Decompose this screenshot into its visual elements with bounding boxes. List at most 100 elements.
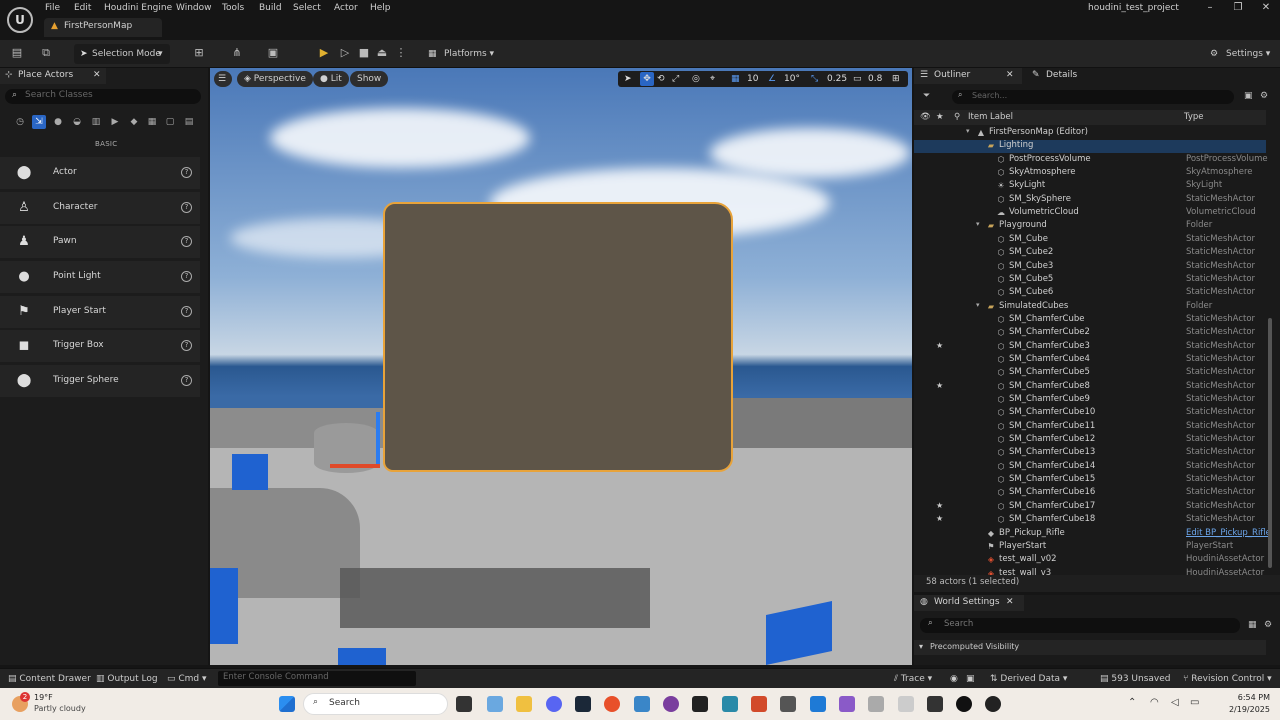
close-icon[interactable]: ✕ bbox=[93, 70, 101, 80]
save-icon[interactable]: ▤ bbox=[10, 46, 24, 60]
app-icon[interactable] bbox=[751, 696, 767, 712]
selection-mode-dropdown[interactable]: ➤ Selection Mode ▾ bbox=[74, 44, 170, 64]
world-settings-search-input[interactable]: ⌕ Search bbox=[920, 618, 1240, 633]
outliner-row[interactable]: ◆ BP_Pickup_Rifle Edit BP_Pickup_Rifle bbox=[914, 528, 1271, 541]
platforms-dropdown[interactable]: ▦ Platforms ▾ bbox=[428, 44, 498, 64]
add-actor-icon[interactable]: ⊞ bbox=[192, 46, 206, 60]
chevron-up-icon[interactable]: ⌃ bbox=[1128, 697, 1136, 708]
outliner-row[interactable]: ⬡ SM_Cube StaticMeshActor bbox=[914, 234, 1266, 247]
outliner-row[interactable]: ☀ SkyLight SkyLight bbox=[914, 180, 1266, 193]
camera-speed-value[interactable]: 0.8 bbox=[868, 72, 882, 86]
outliner-row[interactable]: ⚑ PlayerStart PlayerStart bbox=[914, 541, 1266, 554]
outliner-row[interactable]: ⬡ SM_Cube3 StaticMeshActor bbox=[914, 261, 1266, 274]
rotation-snap-icon[interactable]: ∠ bbox=[768, 72, 776, 86]
basic-category-icon[interactable]: ⇲ bbox=[32, 115, 46, 129]
outliner-tab[interactable]: ☰ Outliner ✕ bbox=[914, 68, 1022, 84]
help-icon[interactable]: ? bbox=[181, 306, 192, 317]
geometry-icon[interactable]: ◆ bbox=[127, 115, 141, 129]
lock-icon[interactable]: ⚲ bbox=[954, 112, 960, 122]
rotate-tool-icon[interactable]: ⟲ bbox=[657, 72, 665, 86]
item-label-column[interactable]: Item Label bbox=[968, 112, 1013, 122]
edit-blueprint-link[interactable]: Edit BP_Pickup_Rifle bbox=[1186, 528, 1271, 538]
scale-tool-icon[interactable]: ⤢ bbox=[672, 72, 679, 86]
app-icon[interactable] bbox=[868, 696, 884, 712]
pinned-star-icon[interactable]: ★ bbox=[936, 381, 943, 390]
menu-select[interactable]: Select bbox=[293, 3, 321, 15]
help-icon[interactable]: ? bbox=[181, 375, 192, 386]
settings-button[interactable]: ⚙ Settings ▾ bbox=[1210, 44, 1276, 64]
more-categories-icon[interactable]: ▤ bbox=[182, 115, 196, 129]
help-icon[interactable]: ? bbox=[181, 202, 192, 213]
camera-speed-icon[interactable]: ▭ bbox=[853, 72, 862, 86]
outliner-row[interactable]: ★ ⬡ SM_ChamferCube18 StaticMeshActor bbox=[914, 514, 1266, 527]
menu-window[interactable]: Window bbox=[176, 3, 212, 15]
outliner-row[interactable]: ⬡ PostProcessVolume PostProcessVolume bbox=[914, 154, 1268, 167]
visibility-icon[interactable]: 👁 bbox=[920, 112, 931, 122]
windows-start-icon[interactable] bbox=[279, 696, 295, 712]
content-browser-icon[interactable]: ⧉ bbox=[39, 46, 53, 60]
actor-item-point-light[interactable]: ● Point Light ? bbox=[0, 261, 200, 293]
scale-snap-icon[interactable]: ⤡ bbox=[811, 72, 818, 86]
taskbar-search-input[interactable]: ⌕ Search bbox=[303, 693, 448, 715]
outliner-row[interactable]: ▰ Lighting bbox=[914, 140, 1266, 154]
outliner-row[interactable]: ⬡ SM_ChamferCube13 StaticMeshActor bbox=[914, 447, 1266, 460]
filter-icon[interactable]: ⏷ bbox=[923, 91, 930, 101]
table-view-icon[interactable]: ▦ bbox=[1248, 620, 1257, 630]
lights-icon[interactable]: ● bbox=[51, 115, 65, 129]
outliner-row[interactable]: ⬡ SM_Cube5 StaticMeshActor bbox=[914, 274, 1266, 287]
type-column[interactable]: Type bbox=[1184, 112, 1204, 122]
map-tab[interactable]: ▲ FirstPersonMap bbox=[44, 18, 162, 37]
more-options-icon[interactable]: ⋮ bbox=[394, 46, 408, 60]
gizmo-z-axis[interactable] bbox=[376, 412, 380, 468]
revision-control-button[interactable]: ⑂ Revision Control ▾ bbox=[1183, 672, 1272, 686]
outliner-row[interactable]: ⬡ SM_SkySphere StaticMeshActor bbox=[914, 194, 1266, 207]
firefox-icon[interactable] bbox=[604, 696, 620, 712]
github-icon[interactable] bbox=[985, 696, 1001, 712]
app-icon[interactable] bbox=[634, 696, 650, 712]
chevron-down-icon[interactable]: ▾ bbox=[966, 127, 970, 135]
vscode-icon[interactable] bbox=[810, 696, 826, 712]
menu-file[interactable]: File bbox=[45, 3, 60, 15]
app-icon[interactable] bbox=[898, 696, 914, 712]
actor-item-pawn[interactable]: ♟ Pawn ? bbox=[0, 226, 200, 258]
outliner-row[interactable]: ⬡ SM_Cube2 StaticMeshActor bbox=[914, 247, 1266, 260]
unreal-logo-icon[interactable]: U bbox=[7, 7, 33, 33]
derived-data-button[interactable]: ⇅ Derived Data ▾ bbox=[990, 672, 1067, 686]
scale-snap-value[interactable]: 0.25 bbox=[827, 72, 847, 86]
menu-actor[interactable]: Actor bbox=[334, 3, 358, 15]
outliner-row[interactable]: ★ ⬡ SM_ChamferCube8 StaticMeshActor bbox=[914, 381, 1266, 394]
chevron-down-icon[interactable]: ▾ bbox=[976, 301, 980, 309]
gear-icon[interactable]: ⚙ bbox=[1260, 91, 1268, 101]
outliner-row[interactable]: ★ ⬡ SM_ChamferCube17 StaticMeshActor bbox=[914, 501, 1266, 514]
outliner-row[interactable]: ▾ ▲ FirstPersonMap (Editor) bbox=[914, 127, 1266, 140]
perspective-button[interactable]: ◈ Perspective bbox=[237, 71, 313, 87]
outliner-row[interactable]: ⬡ SM_ChamferCube9 StaticMeshActor bbox=[914, 394, 1266, 407]
unsaved-button[interactable]: ▤ 593 Unsaved bbox=[1100, 672, 1171, 686]
maximize-icon[interactable]: ❐ bbox=[1224, 0, 1252, 16]
outliner-row[interactable]: ⬡ SM_ChamferCube14 StaticMeshActor bbox=[914, 461, 1266, 474]
play-icon[interactable]: ▶ bbox=[317, 46, 331, 60]
weather-description[interactable]: Partly cloudy bbox=[34, 704, 86, 713]
pinned-star-icon[interactable]: ★ bbox=[936, 514, 943, 523]
recent-icon[interactable]: ◷ bbox=[13, 115, 27, 129]
outliner-row[interactable]: ⬡ SM_ChamferCube4 StaticMeshActor bbox=[914, 354, 1266, 367]
help-icon[interactable]: ? bbox=[181, 167, 192, 178]
precomputed-visibility-section[interactable]: ▾ Precomputed Visibility bbox=[914, 640, 1266, 655]
eject-icon[interactable]: ⏏ bbox=[375, 46, 389, 60]
app-icon[interactable] bbox=[487, 696, 503, 712]
all-classes-icon[interactable]: ▢ bbox=[163, 115, 177, 129]
outliner-row[interactable]: ⬡ SM_ChamferCube11 StaticMeshActor bbox=[914, 421, 1266, 434]
world-settings-tab[interactable]: ◍ World Settings ✕ bbox=[914, 595, 1024, 611]
lit-button[interactable]: ● Lit bbox=[313, 71, 349, 87]
discord-icon[interactable] bbox=[546, 696, 562, 712]
volumes-icon[interactable]: ▦ bbox=[145, 115, 159, 129]
outliner-row[interactable]: ⬡ SM_ChamferCube16 StaticMeshActor bbox=[914, 487, 1266, 500]
outliner-row[interactable]: ⬡ SkyAtmosphere SkyAtmosphere bbox=[914, 167, 1266, 180]
volume-icon[interactable]: ◁ bbox=[1171, 697, 1179, 708]
grid-snap-icon[interactable]: ▦ bbox=[731, 72, 740, 86]
blueprint-icon[interactable]: ⋔ bbox=[230, 46, 244, 60]
grid-snap-value[interactable]: 10 bbox=[747, 72, 758, 86]
blue-cube[interactable] bbox=[338, 648, 386, 665]
close-icon[interactable]: ✕ bbox=[1006, 597, 1014, 607]
help-icon[interactable]: ? bbox=[181, 340, 192, 351]
